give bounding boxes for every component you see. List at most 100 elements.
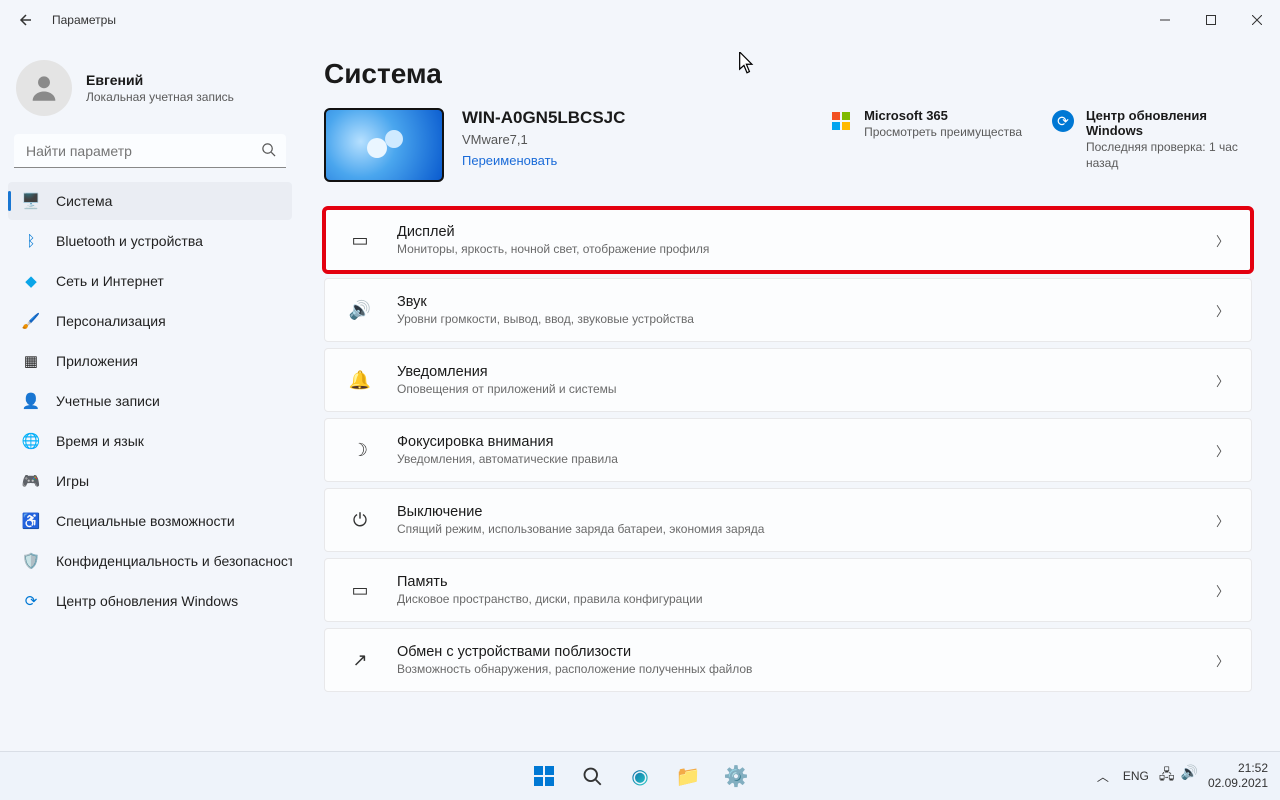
- monitor-icon: 🖥️: [22, 192, 40, 210]
- window-title: Параметры: [52, 13, 116, 27]
- device-row: WIN-A0GN5LBCSJC VMware7,1 Переименовать …: [324, 108, 1252, 182]
- setting-sub: Оповещения от приложений и системы: [397, 382, 617, 396]
- start-button[interactable]: [524, 756, 564, 796]
- device-thumbnail: [324, 108, 444, 182]
- person-icon: [27, 71, 61, 105]
- display-icon: ▭: [347, 230, 373, 251]
- quick-title: Центр обновления Windows: [1086, 108, 1252, 138]
- network-icon: 🖧: [1159, 764, 1175, 788]
- back-arrow-icon: [16, 12, 32, 28]
- sidebar-item-label: Сеть и Интернет: [56, 273, 164, 289]
- quick-card-ms365[interactable]: Microsoft 365 Просмотреть преимущества: [830, 108, 1022, 141]
- setting-focus[interactable]: ☽ Фокусировка внимания Уведомления, автом…: [324, 418, 1252, 482]
- sidebar-item-accessibility[interactable]: ♿Специальные возможности: [8, 502, 292, 540]
- setting-title: Уведомления: [397, 364, 617, 380]
- setting-sub: Уровни громкости, вывод, ввод, звуковые …: [397, 312, 694, 326]
- quick-sub: Последняя проверка: 1 час назад: [1086, 140, 1252, 171]
- back-button[interactable]: [8, 4, 40, 36]
- shield-icon: 🛡️: [22, 552, 40, 570]
- quick-card-update[interactable]: ⟳ Центр обновления Windows Последняя про…: [1052, 108, 1252, 171]
- search-box[interactable]: [14, 134, 286, 168]
- setting-sub: Дисковое пространство, диски, правила ко…: [397, 592, 703, 606]
- wifi-icon: ◆: [22, 272, 40, 290]
- quick-title: Microsoft 365: [864, 108, 1022, 123]
- sidebar-item-personalization[interactable]: 🖌️ Персонализация: [8, 302, 292, 340]
- sidebar-item-privacy[interactable]: 🛡️Конфиденциальность и безопасность: [8, 542, 292, 580]
- search-icon: [261, 142, 276, 160]
- taskbar-edge[interactable]: ◉: [620, 756, 660, 796]
- bluetooth-icon: ᛒ: [22, 233, 40, 250]
- user-account-type: Локальная учетная запись: [86, 90, 234, 104]
- close-button[interactable]: [1234, 4, 1280, 36]
- sidebar-item-label: Приложения: [56, 353, 138, 369]
- quick-sub: Просмотреть преимущества: [864, 125, 1022, 141]
- setting-notifications[interactable]: 🔔 УведомленияОповещения от приложений и …: [324, 348, 1252, 412]
- tray-overflow-button[interactable]: ︿: [1093, 764, 1113, 789]
- search-input[interactable]: [14, 134, 286, 168]
- setting-sub: Мониторы, яркость, ночной свет, отображе…: [397, 242, 709, 256]
- search-icon: [582, 766, 602, 786]
- setting-title: Память: [397, 574, 703, 590]
- brush-icon: 🖌️: [22, 312, 40, 330]
- moon-icon: ☽: [347, 440, 373, 461]
- setting-title: Звук: [397, 294, 694, 310]
- sidebar-item-label: Учетные записи: [56, 393, 160, 409]
- setting-sub: Уведомления, автоматические правила: [397, 452, 618, 466]
- windows-logo-icon: [534, 766, 554, 786]
- setting-nearby-share[interactable]: ↗ Обмен с устройствами поблизостиВозможн…: [324, 628, 1252, 692]
- storage-icon: ▭: [347, 580, 373, 601]
- sidebar-item-label: Время и язык: [56, 433, 144, 449]
- accessibility-icon: ♿: [22, 512, 40, 530]
- gear-icon: ⚙️: [724, 764, 749, 789]
- sound-icon: 🔊: [347, 300, 373, 321]
- sidebar-item-update[interactable]: ⟳ Центр обновления Windows: [8, 582, 292, 620]
- setting-sub: Спящий режим, использование заряда батар…: [397, 522, 764, 536]
- setting-title: Выключение: [397, 504, 764, 520]
- titlebar: Параметры: [0, 0, 1280, 40]
- taskbar-search-button[interactable]: [572, 756, 612, 796]
- edge-icon: ◉: [631, 764, 648, 789]
- sidebar-item-label: Система: [56, 193, 112, 209]
- chevron-right-icon: 〉: [1216, 301, 1229, 320]
- chevron-right-icon: 〉: [1216, 441, 1229, 460]
- sidebar-item-apps[interactable]: ▦Приложения: [8, 342, 292, 380]
- setting-display[interactable]: ▭ ДисплейМониторы, яркость, ночной свет,…: [324, 208, 1252, 272]
- clock-date: 02.09.2021: [1208, 776, 1268, 791]
- setting-sound[interactable]: 🔊 Звук Уровни громкости, вывод, ввод, зву…: [324, 278, 1252, 342]
- device-name: WIN-A0GN5LBCSJC: [462, 108, 662, 128]
- maximize-button[interactable]: [1188, 4, 1234, 36]
- sidebar-item-gaming[interactable]: 🎮 Игры: [8, 462, 292, 500]
- sync-icon: ⟳: [22, 592, 40, 610]
- update-icon: ⟳: [1052, 110, 1074, 132]
- setting-title: Фокусировка внимания: [397, 434, 618, 450]
- volume-icon: 🔊: [1181, 764, 1198, 788]
- rename-link[interactable]: Переименовать: [462, 153, 557, 168]
- setting-sub: Возможность обнаружения, расположение по…: [397, 662, 752, 676]
- minimize-button[interactable]: [1142, 4, 1188, 36]
- sidebar-item-bluetooth[interactable]: ᛒBluetooth и устройства: [8, 222, 292, 260]
- globe-clock-icon: 🌐: [22, 432, 40, 450]
- sidebar-item-accounts[interactable]: 👤Учетные записи: [8, 382, 292, 420]
- folder-icon: 📁: [676, 764, 701, 789]
- sidebar-item-label: Игры: [56, 473, 89, 489]
- system-tray: ︿ ENG 🖧 🔊 21:52 02.09.2021: [1093, 761, 1280, 791]
- sidebar-item-system[interactable]: 🖥️ Система: [8, 182, 292, 220]
- taskbar-clock[interactable]: 21:52 02.09.2021: [1208, 761, 1268, 791]
- gamepad-icon: 🎮: [22, 472, 40, 490]
- tray-network-volume[interactable]: 🖧 🔊: [1159, 764, 1198, 788]
- setting-power[interactable]: ⏻ ВыключениеСпящий режим, использование …: [324, 488, 1252, 552]
- clock-time: 21:52: [1208, 761, 1268, 776]
- setting-title: Обмен с устройствами поблизости: [397, 644, 752, 660]
- microsoft-logo-icon: [830, 110, 852, 132]
- sidebar-item-time-language[interactable]: 🌐 Время и язык: [8, 422, 292, 460]
- sidebar-item-network[interactable]: ◆ Сеть и Интернет: [8, 262, 292, 300]
- sidebar-item-label: Персонализация: [56, 313, 166, 329]
- taskbar-settings[interactable]: ⚙️: [716, 756, 756, 796]
- taskbar-explorer[interactable]: 📁: [668, 756, 708, 796]
- chevron-right-icon: 〉: [1216, 371, 1229, 390]
- sidebar: Евгений Локальная учетная запись 🖥️ Систе…: [0, 40, 300, 751]
- sidebar-item-label: Центр обновления Windows: [56, 593, 238, 609]
- setting-storage[interactable]: ▭ Память Дисковое пространство, диски, пр…: [324, 558, 1252, 622]
- user-block[interactable]: Евгений Локальная учетная запись: [8, 52, 292, 134]
- language-indicator[interactable]: ENG: [1123, 769, 1149, 783]
